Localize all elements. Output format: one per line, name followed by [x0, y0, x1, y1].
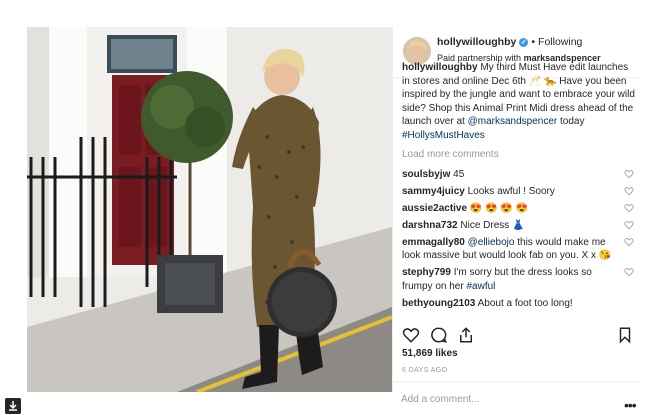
comment-text: About a foot too long! [477, 297, 573, 309]
separator-dot: • [531, 36, 536, 48]
comment-username[interactable]: bethyoung2103 [402, 298, 475, 309]
heart-icon[interactable] [624, 220, 634, 230]
add-comment-input[interactable]: Add a comment... [401, 394, 479, 405]
post-card: hollywilloughby ✓ • Following Paid partners… [27, 27, 642, 392]
comment-username[interactable]: stephy799 [402, 267, 451, 278]
more-icon[interactable]: ••• [624, 397, 637, 413]
verified-icon: ✓ [519, 37, 529, 47]
comment-item: sammy4juicy Looks awful ! Soory [402, 185, 636, 199]
comment-icon[interactable] [430, 326, 448, 344]
share-icon[interactable] [457, 326, 475, 344]
following-button[interactable]: Following [538, 36, 582, 48]
heart-icon[interactable] [624, 203, 634, 213]
heart-icon[interactable] [624, 267, 634, 277]
heart-icon[interactable] [624, 169, 634, 179]
likes-count[interactable]: 51,869 likes [402, 348, 458, 359]
comment-item: darshna732 Nice Dress 👗 [402, 219, 636, 233]
comments-section[interactable]: hollywilloughby My third Must Have edit … [402, 61, 636, 317]
post-author: hollywilloughby ✓ • Following [437, 36, 582, 48]
comment-item: aussie2active 😍 😍 😍 😍 [402, 202, 636, 216]
comment-text: 45 [453, 168, 465, 180]
comment-username[interactable]: emmagally80 [402, 237, 465, 248]
comment-mention[interactable]: @elliebojo [468, 237, 515, 248]
load-more-comments[interactable]: Load more comments [402, 148, 636, 162]
comment-item: stephy799 I'm sorry but the dress looks … [402, 266, 636, 293]
caption-text-b: today [557, 116, 585, 127]
heart-icon[interactable] [624, 237, 634, 247]
comment-item: emmagally80 @elliebojo this would make m… [402, 236, 636, 263]
caption-mention[interactable]: @marksandspencer [468, 116, 558, 127]
comment-item: bethyoung2103 About a foot too long! [402, 297, 636, 311]
caption-username[interactable]: hollywilloughby [402, 62, 478, 73]
post-timestamp[interactable]: 6 DAYS AGO [402, 367, 448, 374]
comment-item: soulsbyjw 45 [402, 168, 636, 182]
comment-text: Nice Dress 👗 [460, 219, 525, 231]
comment-username[interactable]: sammy4juicy [402, 186, 465, 197]
post-details-panel: hollywilloughby ✓ • Following Paid partners… [392, 27, 642, 392]
post-caption: hollywilloughby My third Must Have edit … [402, 61, 636, 142]
comment-username[interactable]: aussie2active [402, 203, 467, 214]
bookmark-icon[interactable] [616, 326, 634, 344]
download-icon[interactable] [5, 398, 21, 414]
comment-text: 😍 😍 😍 😍 [469, 202, 528, 214]
username-link[interactable]: hollywilloughby [437, 36, 516, 48]
caption-hashtag[interactable]: #HollysMustHaves [402, 130, 485, 141]
comment-text: Looks awful ! Soory [467, 185, 555, 197]
post-photo[interactable] [27, 27, 392, 392]
comment-username[interactable]: soulsbyjw [402, 169, 450, 180]
heart-icon[interactable] [402, 326, 420, 344]
comment-username[interactable]: darshna732 [402, 220, 458, 231]
comment-hashtag[interactable]: #awful [466, 281, 495, 292]
post-photo-illustration [27, 27, 392, 392]
action-bar [393, 319, 642, 349]
heart-icon[interactable] [624, 186, 634, 196]
